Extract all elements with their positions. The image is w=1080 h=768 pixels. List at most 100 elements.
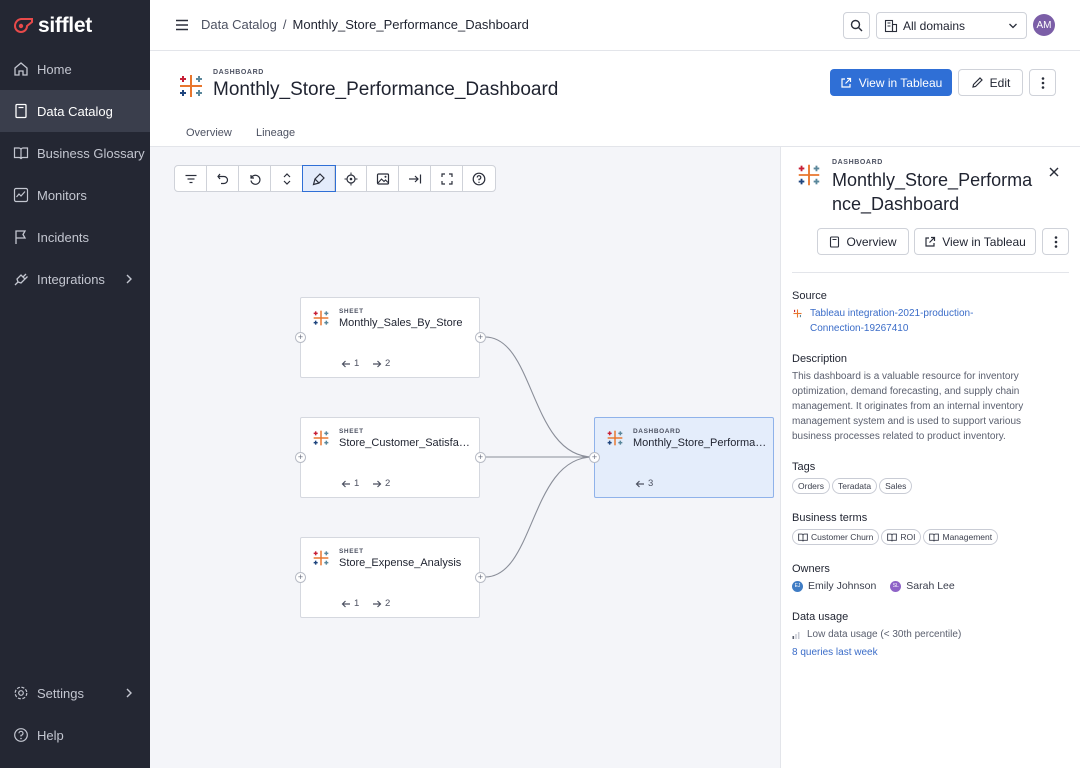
tag-chip[interactable]: Sales <box>879 478 913 494</box>
fullscreen-tool-button[interactable] <box>431 166 463 191</box>
edit-button[interactable]: Edit <box>958 69 1023 96</box>
pencil-icon <box>971 77 983 88</box>
downstream-count[interactable]: 2 <box>372 598 390 609</box>
expand-upstream-handle[interactable]: + <box>589 452 600 463</box>
node-name: Store_Customer_Satisfaction <box>339 437 473 449</box>
sifflet-logo[interactable]: sifflet <box>12 14 92 38</box>
tab-overview[interactable]: Overview <box>186 127 232 139</box>
search-button[interactable] <box>843 12 870 39</box>
panel-more-options-button[interactable] <box>1042 228 1069 255</box>
business-term-chip[interactable]: Management <box>923 529 999 545</box>
tags-list: Orders Teradata Sales <box>792 478 914 494</box>
business-terms-label: Business terms <box>792 512 868 524</box>
sidebar-item-incidents[interactable]: Incidents <box>0 216 150 258</box>
owner-avatar: EJ <box>792 580 803 592</box>
sidebar-item-help[interactable]: Help <box>0 714 150 756</box>
arrow-left-icon <box>341 480 350 487</box>
downstream-count[interactable]: 2 <box>372 478 390 489</box>
tab-lineage[interactable]: Lineage <box>256 127 295 139</box>
undo-icon <box>216 173 228 184</box>
sidebar-item-label: Settings <box>37 685 84 701</box>
panel-view-in-tableau-label: View in Tableau <box>942 234 1026 249</box>
tag-chip[interactable]: Teradata <box>831 478 878 494</box>
arrow-to-right-icon <box>408 174 421 183</box>
upstream-count[interactable]: 3 <box>635 478 653 489</box>
reset-tool-button[interactable] <box>239 166 271 191</box>
view-in-tableau-button[interactable]: View in Tableau <box>830 69 952 96</box>
lineage-canvas[interactable]: SHEET Monthly_Sales_By_Store 1 2 + + SHE… <box>150 147 780 768</box>
sidebar-item-data-catalog[interactable]: Data Catalog <box>0 90 150 132</box>
more-options-button[interactable] <box>1029 69 1056 96</box>
sidebar: sifflet Home Data Catalog Business Gloss… <box>0 0 150 768</box>
downstream-count[interactable]: 2 <box>372 358 390 369</box>
panel-overview-button[interactable]: Overview <box>817 228 909 255</box>
undo-tool-button[interactable] <box>207 166 239 191</box>
downstream-count-value: 2 <box>385 358 391 369</box>
node-name: Monthly_Sales_By_Store <box>339 317 463 329</box>
expand-vertical-icon <box>283 172 290 185</box>
queries-link[interactable]: 8 queries last week <box>792 645 1062 660</box>
sidebar-item-label: Integrations <box>37 271 105 287</box>
expand-downstream-handle[interactable]: + <box>475 452 486 463</box>
sidebar-item-integrations[interactable]: Integrations <box>0 258 150 300</box>
sidebar-item-home[interactable]: Home <box>0 48 150 90</box>
hamburger-menu-icon[interactable] <box>174 17 190 33</box>
lineage-toolbar <box>174 165 496 192</box>
expand-upstream-handle[interactable]: + <box>295 572 306 583</box>
sidebar-item-monitors[interactable]: Monitors <box>0 174 150 216</box>
focus-tool-button[interactable] <box>335 166 367 191</box>
upstream-count[interactable]: 1 <box>341 598 359 609</box>
flag-icon <box>13 229 29 245</box>
expand-downstream-handle[interactable]: + <box>475 332 486 343</box>
top-bar: Data Catalog / Monthly_Store_Performance… <box>150 0 1080 51</box>
close-icon[interactable] <box>1048 166 1060 178</box>
source-label: Source <box>792 290 827 302</box>
tag-chip[interactable]: Orders <box>792 478 830 494</box>
lineage-node-sheet[interactable]: SHEET Store_Customer_Satisfaction 1 2 + … <box>295 417 486 498</box>
business-term-chip[interactable]: ROI <box>881 529 922 545</box>
upstream-count[interactable]: 1 <box>341 478 359 489</box>
upstream-count-value: 3 <box>648 478 654 489</box>
arrow-right-icon <box>373 360 382 367</box>
domain-select[interactable]: All domains <box>876 12 1027 39</box>
help-tool-button[interactable] <box>463 166 495 191</box>
sidebar-item-label: Incidents <box>37 229 90 245</box>
expand-upstream-handle[interactable]: + <box>295 452 306 463</box>
search-icon <box>850 19 863 32</box>
node-type-label: SHEET <box>339 308 364 315</box>
business-term-label: Management <box>942 532 993 542</box>
filter-tool-button[interactable] <box>175 166 207 191</box>
owner-item[interactable]: EJ Emily Johnson <box>792 580 876 592</box>
sidebar-item-label: Home <box>37 61 72 77</box>
sidebar-item-settings[interactable]: Settings <box>0 672 150 714</box>
expand-tool-button[interactable] <box>271 166 303 191</box>
node-type-label: SHEET <box>339 428 364 435</box>
align-right-tool-button[interactable] <box>399 166 431 191</box>
bar-chart-icon <box>792 631 800 639</box>
app-root: sifflet Home Data Catalog Business Gloss… <box>0 0 1080 768</box>
owner-item[interactable]: SL Sarah Lee <box>890 580 955 592</box>
source-link[interactable]: Tableau integration-2021-production- Con… <box>792 306 1062 336</box>
export-image-tool-button[interactable] <box>367 166 399 191</box>
brush-tool-button[interactable] <box>302 165 336 192</box>
chevron-right-icon <box>126 274 132 284</box>
expand-upstream-handle[interactable]: + <box>295 332 306 343</box>
breadcrumb-link-data-catalog[interactable]: Data Catalog <box>201 17 277 32</box>
plug-icon <box>13 271 29 287</box>
building-icon <box>884 19 898 32</box>
owners-label: Owners <box>792 563 830 575</box>
expand-downstream-handle[interactable]: + <box>475 572 486 583</box>
home-icon <box>13 61 29 77</box>
upstream-count[interactable]: 1 <box>341 358 359 369</box>
panel-view-in-tableau-button[interactable]: View in Tableau <box>914 228 1036 255</box>
lineage-node-sheet[interactable]: SHEET Monthly_Sales_By_Store 1 2 + + <box>295 297 486 378</box>
user-avatar[interactable]: AM <box>1033 14 1055 36</box>
arrow-right-icon <box>373 600 382 607</box>
lineage-node-dashboard[interactable]: DASHBOARD Monthly_Store_Performance_Dash… <box>589 417 774 498</box>
lineage-node-sheet[interactable]: SHEET Store_Expense_Analysis 1 2 + + <box>295 537 486 618</box>
help-icon <box>472 172 486 185</box>
logo-text: sifflet <box>38 14 92 37</box>
filter-icon <box>185 174 196 183</box>
sidebar-item-business-glossary[interactable]: Business Glossary <box>0 132 150 174</box>
business-term-chip[interactable]: Customer Churn <box>792 529 880 545</box>
